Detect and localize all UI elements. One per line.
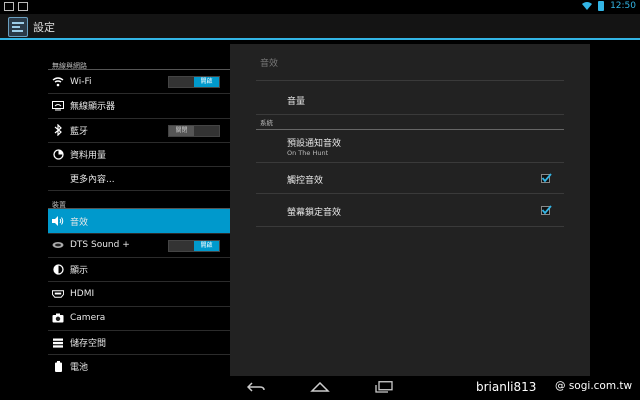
back-button[interactable]: [246, 380, 266, 394]
touch-sounds-label: 觸控音效: [287, 176, 324, 186]
gallery-notification-icon: [18, 2, 28, 11]
bluetooth-toggle[interactable]: 關閉: [168, 124, 220, 137]
wifi-signal-icon: [582, 2, 593, 10]
recent-apps-button[interactable]: [374, 380, 394, 394]
watermark-site: @ sogi.com.tw: [555, 380, 633, 392]
home-icon: [310, 382, 330, 392]
sound-settings-pane: 音效 音量 系統 預設通知音效 On The Hunt 觸控音效 螢幕鎖定音效: [230, 44, 590, 376]
sidebar-item-label: 音效: [70, 217, 89, 228]
header-device: 裝置: [48, 191, 230, 210]
status-bar: 12:50: [0, 0, 640, 14]
screenshot-notification-icon: [4, 2, 14, 11]
bluetooth-icon: [52, 124, 64, 137]
volume-label: 音量: [287, 97, 306, 107]
screen-lock-sound-checkbox[interactable]: [541, 205, 552, 215]
sidebar-item-label: DTS Sound +: [70, 240, 130, 251]
sidebar-item-label: 資料用量: [70, 151, 107, 162]
navigation-bar: brianli813 @ sogi.com.tw: [0, 376, 640, 400]
brightness-icon: [52, 264, 64, 276]
sidebar-item-label: 藍牙: [70, 126, 89, 137]
sidebar-item-wireless-display[interactable]: 無線顯示器: [48, 94, 230, 119]
sidebar-item-dts[interactable]: DTS Sound + 開啟: [48, 234, 230, 259]
system-header: 系統: [256, 117, 564, 130]
screen-lock-sound-item[interactable]: 螢幕鎖定音效: [256, 194, 564, 227]
sidebar-item-label: 更多內容...: [70, 175, 115, 186]
data-usage-icon: [52, 149, 64, 161]
wifi-icon: [52, 76, 64, 88]
settings-app-icon[interactable]: [8, 17, 28, 37]
dts-icon: [52, 239, 64, 251]
sidebar-item-data-usage[interactable]: 資料用量: [48, 143, 230, 168]
sidebar-item-label: Wi-Fi: [70, 76, 92, 87]
storage-icon: [52, 337, 64, 349]
sidebar-item-wifi[interactable]: Wi-Fi 開啟: [48, 70, 230, 95]
touch-sounds-item[interactable]: 觸控音效: [256, 163, 564, 194]
status-time: 12:50: [610, 1, 636, 11]
checkmark-icon: [541, 205, 552, 215]
screen-lock-sound-label: 螢幕鎖定音效: [287, 208, 342, 218]
sidebar-item-label: HDMI: [70, 289, 95, 300]
camera-icon: [52, 312, 64, 324]
back-icon: [247, 382, 265, 392]
battery-icon: [598, 1, 605, 11]
wireless-display-icon: [52, 100, 64, 112]
wifi-toggle[interactable]: 開啟: [168, 76, 220, 88]
sidebar-item-hdmi[interactable]: HDMI: [48, 282, 230, 307]
sidebar-item-sound[interactable]: 音效: [48, 209, 230, 234]
recent-apps-icon: [375, 381, 393, 393]
touch-sounds-checkbox[interactable]: [541, 173, 552, 183]
speaker-icon: [52, 215, 64, 227]
sidebar-item-label: Camera: [70, 313, 106, 324]
app-title: 設定: [33, 21, 55, 34]
volume-item[interactable]: 音量: [256, 81, 564, 115]
sidebar-item-label: 電池: [70, 363, 89, 374]
watermark-author: brianli813: [476, 380, 537, 394]
hdmi-icon: [52, 288, 64, 300]
sidebar-item-label: 顯示: [70, 266, 89, 277]
pane-title: 音效: [260, 59, 279, 69]
sidebar-item-more[interactable]: 更多內容...: [48, 167, 230, 192]
action-bar: 設定: [0, 14, 640, 40]
default-notification-sound-item[interactable]: 預設通知音效 On The Hunt: [256, 130, 564, 163]
battery-settings-icon: [52, 361, 64, 373]
notification-sound-title: 預設通知音效: [287, 139, 342, 149]
sidebar-item-storage[interactable]: 儲存空間: [48, 331, 230, 356]
home-button[interactable]: [310, 380, 330, 394]
sidebar-item-label: 儲存空間: [70, 339, 107, 350]
sidebar-item-bluetooth[interactable]: 藍牙 關閉: [48, 119, 230, 143]
sidebar-item-label: 無線顯示器: [70, 102, 116, 113]
dts-toggle[interactable]: 開啟: [168, 239, 220, 252]
sidebar-item-camera[interactable]: Camera: [48, 307, 230, 331]
notification-sound-summary: On The Hunt: [287, 149, 329, 157]
checkmark-icon: [541, 173, 552, 183]
settings-sidebar: 無線與網路 Wi-Fi 開啟 無線顯示器 藍牙 關閉 資料用量 更多內容... …: [48, 52, 230, 380]
sidebar-item-display[interactable]: 顯示: [48, 258, 230, 283]
header-wireless: 無線與網路: [48, 52, 230, 70]
